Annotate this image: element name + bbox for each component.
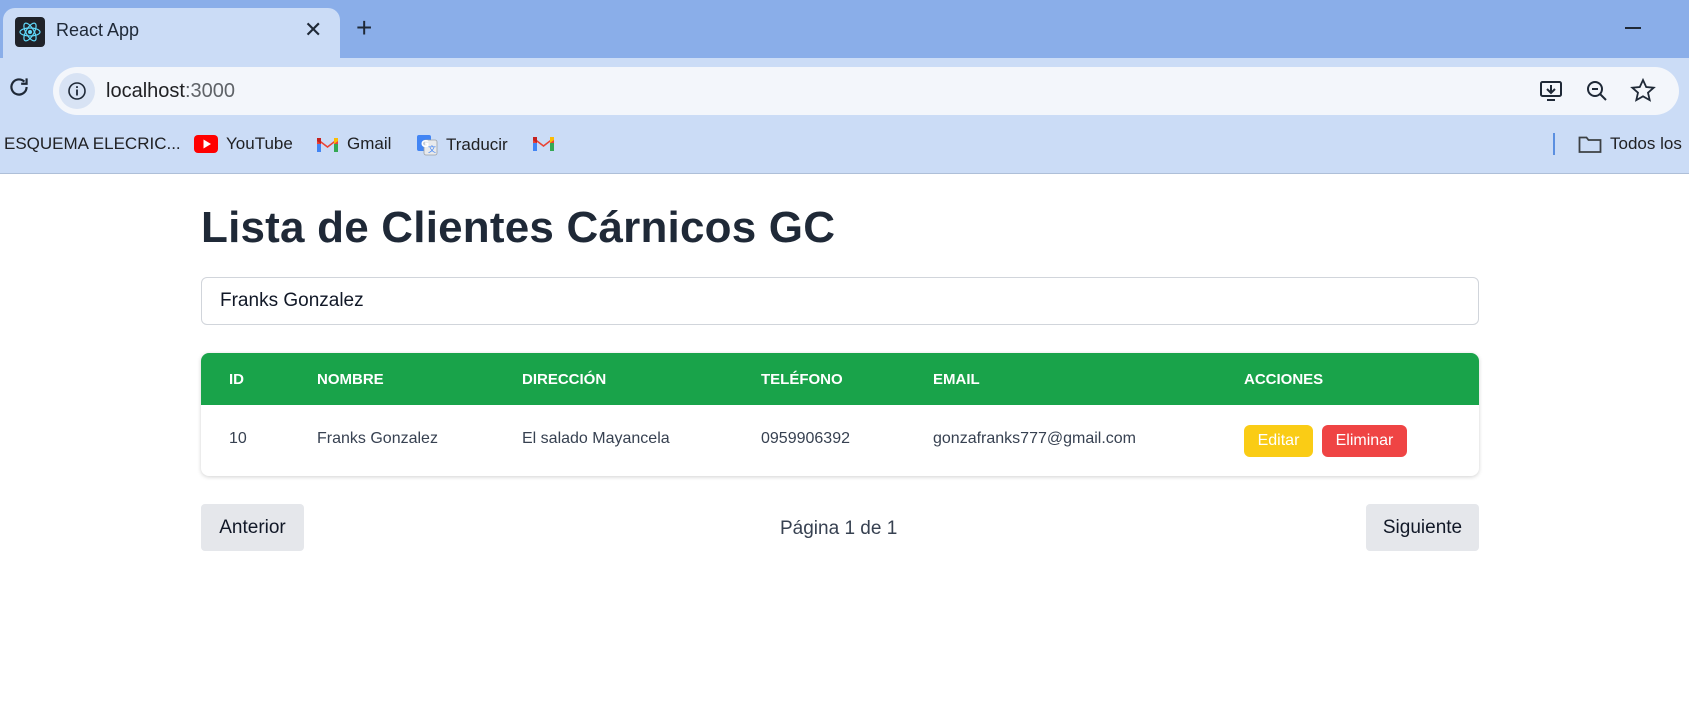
- pagination-info: Página 1 de 1: [780, 518, 898, 539]
- browser-tab[interactable]: React App ✕: [3, 8, 340, 58]
- reload-icon[interactable]: [6, 74, 32, 100]
- clients-table: ID NOMBRE DIRECCIÓN TELÉFONO EMAIL ACCIO…: [201, 353, 1479, 476]
- delete-button[interactable]: Eliminar: [1322, 425, 1407, 457]
- all-bookmarks[interactable]: Todos los: [1578, 134, 1682, 154]
- url-host: localhost: [106, 80, 185, 102]
- bookmark-gmail-2[interactable]: [532, 134, 555, 152]
- bookmark-label: Gmail: [347, 134, 392, 153]
- install-app-icon[interactable]: [1538, 77, 1566, 105]
- bookmark-gmail[interactable]: Gmail: [316, 134, 391, 154]
- previous-page-button[interactable]: Anterior: [201, 504, 304, 551]
- bookmark-star-icon[interactable]: [1629, 77, 1657, 105]
- next-page-button[interactable]: Siguiente: [1366, 504, 1479, 551]
- react-favicon-icon: [15, 17, 45, 47]
- page-title: Lista de Clientes Cárnicos GC: [201, 203, 836, 252]
- cell-nombre: Franks Gonzalez: [317, 430, 438, 447]
- bookmarks-divider: [1553, 133, 1555, 155]
- header-acciones: ACCIONES: [1244, 371, 1324, 388]
- cell-id: 10: [229, 430, 247, 447]
- bookmark-label: YouTube: [226, 134, 293, 153]
- bookmark-traducir[interactable]: G 文 Traducir: [416, 134, 508, 156]
- cell-direccion: El salado Mayancela: [522, 430, 670, 447]
- zoom-icon[interactable]: [1583, 77, 1611, 105]
- table-row: 10 Franks Gonzalez El salado Mayancela 0…: [201, 405, 1479, 476]
- tab-title: React App: [56, 20, 140, 40]
- bookmarks-bar: ESQUEMA ELECRIC... YouTube Gmail G 文 Tra…: [0, 117, 1689, 174]
- table-header: ID NOMBRE DIRECCIÓN TELÉFONO EMAIL ACCIO…: [201, 353, 1479, 405]
- header-telefono: TELÉFONO: [761, 371, 843, 388]
- folder-icon: [1578, 136, 1602, 153]
- header-direccion: DIRECCIÓN: [522, 371, 607, 388]
- bookmark-label: Traducir: [446, 135, 508, 154]
- browser-tab-bar: React App ✕ +: [0, 0, 1689, 58]
- search-input[interactable]: [201, 277, 1479, 325]
- header-nombre: NOMBRE: [317, 371, 384, 388]
- tab-close-icon[interactable]: ✕: [304, 18, 322, 42]
- browser-toolbar: localhost:3000: [0, 58, 1689, 117]
- youtube-icon: [194, 135, 218, 153]
- new-tab-icon[interactable]: +: [356, 14, 372, 42]
- bookmark-esquema[interactable]: ESQUEMA ELECRIC...: [4, 134, 181, 154]
- site-info-icon[interactable]: [59, 73, 95, 109]
- all-bookmarks-label: Todos los: [1610, 134, 1682, 153]
- gmail-icon: [533, 137, 554, 151]
- cell-email: gonzafranks777@gmail.com: [933, 430, 1137, 447]
- translate-icon: G 文: [417, 135, 438, 156]
- address-bar[interactable]: localhost:3000: [53, 67, 1679, 115]
- header-email: EMAIL: [933, 371, 980, 388]
- svg-text:文: 文: [428, 144, 436, 154]
- url-text: localhost:3000: [106, 80, 235, 103]
- header-id: ID: [229, 371, 244, 388]
- url-port: :3000: [184, 80, 235, 102]
- bookmark-label: ESQUEMA ELECRIC...: [4, 134, 181, 153]
- gmail-icon: [317, 138, 338, 152]
- window-minimize-icon[interactable]: [1625, 27, 1641, 29]
- edit-button[interactable]: Editar: [1244, 425, 1313, 457]
- bookmark-youtube[interactable]: YouTube: [194, 134, 293, 154]
- cell-telefono: 0959906392: [761, 430, 850, 447]
